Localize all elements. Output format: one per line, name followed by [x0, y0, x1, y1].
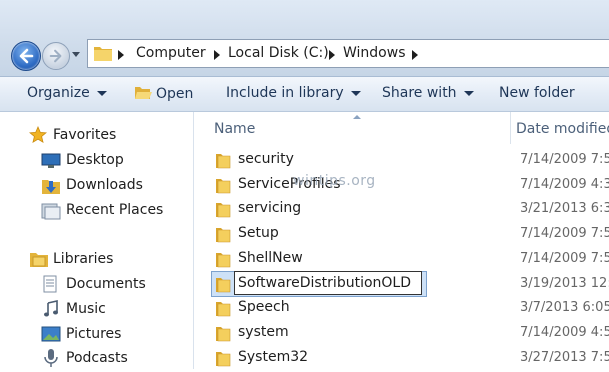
- watermark: wintips.org: [293, 173, 376, 189]
- file-row[interactable]: servicing 3/21/2013 6:3: [194, 197, 609, 221]
- music-icon: [44, 300, 58, 317]
- breadcrumb-separator[interactable]: [118, 50, 124, 60]
- podcasts-icon: [44, 349, 58, 367]
- share-with-menu[interactable]: Share with: [382, 85, 474, 101]
- file-date-modified: 3/21/2013 6:3: [520, 201, 609, 216]
- downloads-icon: [42, 180, 60, 194]
- favorites-header[interactable]: Favorites: [53, 127, 116, 143]
- open-label: Open: [156, 86, 194, 102]
- folder-icon: [216, 228, 231, 243]
- breadcrumb-separator[interactable]: [214, 50, 220, 60]
- chevron-down-icon: [463, 90, 474, 96]
- file-date-modified: 7/14/2009 7:5: [520, 226, 609, 241]
- folder-icon-wrapper: [214, 325, 232, 347]
- column-header-bar: Name Date modified: [194, 112, 609, 144]
- file-row[interactable]: system 7/14/2009 4:5: [194, 321, 609, 345]
- file-row[interactable]: security 7/14/2009 7:5: [194, 148, 609, 172]
- file-row[interactable]: Speech 3/7/2013 6:05: [194, 296, 609, 320]
- file-date-modified: 3/27/2013 7:5: [520, 350, 609, 365]
- folder-icon: [94, 47, 112, 61]
- file-name[interactable]: SoftwareDistributionOLD: [238, 275, 411, 291]
- sort-ascending-icon: [353, 115, 361, 119]
- folder-icon: [216, 302, 231, 317]
- forward-button[interactable]: [42, 42, 70, 70]
- folder-icon: [216, 179, 231, 194]
- folder-icon: [216, 352, 231, 367]
- organize-label: Organize: [27, 85, 90, 101]
- nav-item-recent-places[interactable]: Recent Places: [66, 202, 163, 218]
- file-name: servicing: [238, 200, 302, 216]
- new-folder-button[interactable]: New folder: [499, 85, 575, 101]
- title-bar-area: Computer Local Disk (C:) Windows: [0, 0, 609, 77]
- column-divider[interactable]: [510, 112, 511, 144]
- include-in-library-label: Include in library: [226, 85, 344, 101]
- desktop-icon: [41, 153, 61, 168]
- file-date-modified: 3/19/2013 12:: [520, 276, 609, 291]
- libraries-header[interactable]: Libraries: [53, 251, 113, 267]
- nav-item-documents[interactable]: Documents: [66, 276, 146, 292]
- breadcrumb-windows[interactable]: Windows: [343, 45, 406, 61]
- address-bar[interactable]: Computer Local Disk (C:) Windows: [87, 39, 609, 68]
- open-button[interactable]: Open: [134, 85, 193, 102]
- column-header-name[interactable]: Name: [214, 121, 255, 137]
- folder-icon: [216, 154, 231, 169]
- file-date-modified: 7/14/2009 4:5: [520, 325, 609, 340]
- chevron-down-icon: [350, 90, 361, 96]
- file-date-modified: 7/14/2009 7:5: [520, 251, 609, 266]
- folder-icon-wrapper: [214, 152, 232, 174]
- file-name: ShellNew: [238, 250, 303, 266]
- folder-icon-wrapper: [214, 251, 232, 273]
- file-row[interactable]: ShellNew 7/14/2009 7:5: [194, 247, 609, 271]
- nav-item-podcasts[interactable]: Podcasts: [66, 350, 128, 366]
- file-row[interactable]: Setup 7/14/2009 7:5: [194, 222, 609, 246]
- nav-item-downloads[interactable]: Downloads: [66, 177, 143, 193]
- file-date-modified: 7/14/2009 4:3: [520, 177, 609, 192]
- documents-icon: [43, 275, 57, 293]
- folder-icon-wrapper: [214, 300, 232, 322]
- include-in-library-menu[interactable]: Include in library: [226, 85, 361, 101]
- file-date-modified: 7/14/2009 7:5: [520, 152, 609, 167]
- libraries-icon: [30, 253, 48, 267]
- folder-icon: [216, 203, 231, 218]
- command-bar: Organize Open Include in library Share w…: [0, 77, 609, 112]
- file-row[interactable]: ServiceProfiles 7/14/2009 4:3: [194, 173, 609, 197]
- folder-icon: [216, 327, 231, 342]
- folder-icon: [216, 253, 231, 268]
- breadcrumb-local-disk[interactable]: Local Disk (C:): [228, 45, 329, 61]
- open-folder-icon: [135, 87, 152, 99]
- file-name: security: [238, 151, 294, 167]
- nav-item-pictures[interactable]: Pictures: [66, 326, 121, 342]
- file-row[interactable]: System32 3/27/2013 7:5: [194, 346, 609, 370]
- file-name: system: [238, 324, 289, 340]
- folder-icon-wrapper: [214, 276, 232, 298]
- file-name: Setup: [238, 225, 279, 241]
- recent-places-icon: [41, 203, 61, 220]
- file-date-modified: 3/7/2013 6:05: [520, 300, 609, 315]
- folder-icon: [216, 278, 231, 293]
- column-header-date-modified[interactable]: Date modified: [516, 121, 609, 137]
- breadcrumb-computer[interactable]: Computer: [136, 45, 206, 61]
- chevron-down-icon: [96, 90, 107, 96]
- back-button[interactable]: [11, 41, 41, 71]
- file-row[interactable]: SoftwareDistributionOLD 3/19/2013 12:: [194, 271, 609, 298]
- file-name: System32: [238, 349, 309, 365]
- pictures-icon: [41, 326, 61, 342]
- navigation-pane: Favorites Desktop Downloads Recent Place…: [0, 112, 194, 369]
- share-with-label: Share with: [382, 85, 457, 101]
- nav-item-desktop[interactable]: Desktop: [66, 152, 124, 168]
- breadcrumb-separator[interactable]: [329, 50, 335, 60]
- breadcrumb-separator[interactable]: [412, 50, 418, 60]
- star-icon: [29, 126, 47, 144]
- arrow-left-icon: [19, 48, 34, 64]
- arrow-right-icon: [49, 49, 62, 63]
- folder-icon-wrapper: [214, 201, 232, 223]
- recent-pages-dropdown[interactable]: [72, 52, 80, 57]
- folder-icon-wrapper: [214, 226, 232, 248]
- organize-menu[interactable]: Organize: [27, 85, 107, 101]
- file-name: Speech: [238, 299, 290, 315]
- folder-icon-wrapper: [214, 177, 232, 199]
- nav-item-music[interactable]: Music: [66, 301, 106, 317]
